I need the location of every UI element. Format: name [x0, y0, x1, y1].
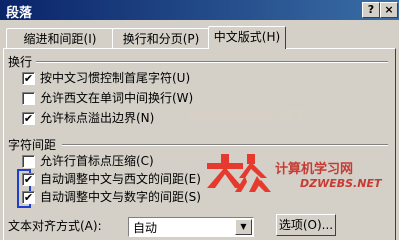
watermark-site-cn: 计算机学习网	[275, 162, 354, 177]
paragraph-dialog: 段落 ? × 缩进和间距(I) 换行和分页(P) 中文版式(H) 换行 ✔ 按中…	[0, 0, 399, 240]
close-button[interactable]: ×	[380, 2, 398, 18]
line-break-heading: 换行	[8, 55, 33, 69]
tab-line-page-breaks[interactable]: 换行和分页(P)	[112, 28, 210, 49]
checkbox[interactable]: ✔	[22, 72, 35, 85]
help-button[interactable]: ?	[362, 2, 380, 18]
line-break-separator	[36, 61, 388, 63]
checkbox[interactable]: ✔	[22, 112, 35, 125]
title-bar: 段落 ? ×	[0, 0, 399, 21]
dialog-title: 段落	[6, 6, 33, 21]
option-label: 按中文习惯控制首尾字符(U)	[40, 71, 191, 85]
watermark-site-en: DZWEBS.NET	[300, 177, 382, 190]
tab-indent-spacing[interactable]: 缩进和间距(I)	[6, 28, 114, 49]
checkbox[interactable]	[22, 155, 35, 168]
option-label: 自动调整中文与数字的间距(S)	[40, 190, 201, 204]
tab-asian-typography[interactable]: 中文版式(H)	[208, 26, 286, 49]
watermark-logo-icon	[207, 154, 271, 192]
options-button[interactable]: 选项(O)...	[276, 214, 336, 236]
char-spacing-separator	[62, 144, 388, 146]
text-alignment-select[interactable]: 自动 ▼	[128, 217, 254, 237]
text-alignment-value: 自动	[133, 221, 158, 235]
text-alignment-label: 文本对齐方式(A):	[8, 219, 102, 233]
option-label: 自动调整中文与西文的间距(E)	[40, 172, 201, 186]
checkbox[interactable]	[22, 92, 35, 105]
option-label: 允许标点溢出边界(N)	[40, 111, 155, 125]
char-spacing-heading: 字符间距	[8, 138, 57, 152]
chevron-down-icon[interactable]: ▼	[235, 219, 252, 235]
checkbox[interactable]: ✔	[22, 191, 35, 204]
watermark-site: www.pHome.NET	[188, 108, 304, 122]
option-label: 允许西文在单词中间换行(W)	[40, 91, 194, 105]
checkbox[interactable]: ✔	[22, 173, 35, 186]
option-label: 允许行首标点压缩(C)	[40, 154, 154, 168]
